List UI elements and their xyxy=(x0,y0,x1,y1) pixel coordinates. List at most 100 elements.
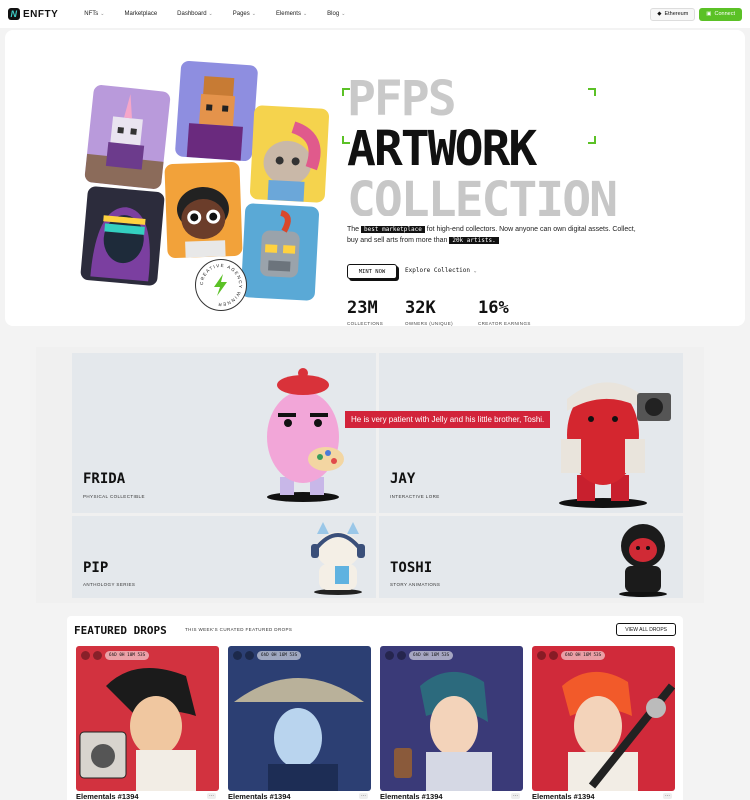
creator-avatar[interactable] xyxy=(397,651,406,660)
bracket-bottom-left-icon xyxy=(342,136,350,144)
drop-card[interactable]: 6hD 0H 16M 53S xyxy=(532,646,675,791)
explore-collection-link[interactable]: Explore Collection ⌄ xyxy=(405,267,477,274)
nft-card-orange-avatar[interactable] xyxy=(174,60,259,162)
character-card-pip[interactable]: PIP ANTHOLOGY SERIES xyxy=(72,516,376,598)
drop-artwork-anime-boy xyxy=(394,671,492,791)
ethereum-icon xyxy=(385,651,394,660)
stat-label: CREATOR EARNINGS xyxy=(478,321,531,326)
headline-line-1: PFPS xyxy=(347,71,457,127)
drop-card[interactable]: 6hD 0H 16M 53S xyxy=(228,646,371,791)
frida-character-icon xyxy=(267,368,344,502)
award-badge-icon: CREATIVE AGENCY WINNER xyxy=(199,263,242,307)
chevron-down-icon: ⌄ xyxy=(341,11,346,17)
drop-card[interactable]: 6hD 0H 16M 53S xyxy=(380,646,523,791)
nft-card-boy[interactable] xyxy=(164,161,243,259)
toshi-character-icon xyxy=(619,524,667,597)
more-options-icon[interactable]: ⋯ xyxy=(663,793,672,799)
stat-creator-earnings: 16% CREATOR EARNINGS xyxy=(478,298,531,326)
chevron-down-icon: ⌄ xyxy=(251,11,256,17)
intro-text-start: The xyxy=(347,226,362,233)
intro-highlight-artists: 20k artists. xyxy=(449,236,499,244)
countdown-timer: 6hD 0H 10M 53S xyxy=(105,651,150,660)
drop-artwork-anime-man xyxy=(79,668,196,791)
nav-item-elements[interactable]: Elements ⌄ xyxy=(276,11,307,17)
countdown-timer: 6hD 0H 16M 53S xyxy=(561,651,606,660)
nav-item-label: Marketplace xyxy=(124,11,158,17)
wallet-icon: ▣ xyxy=(706,11,712,17)
bracket-bottom-right-icon xyxy=(588,136,596,144)
nav-item-label: Pages xyxy=(232,11,250,17)
featured-drops-section: FEATURED DROPS THIS WEEK'S CURATED FEATU… xyxy=(67,616,683,800)
top-navbar: N ENFTY NFTs ⌄ Marketplace Dashboard ⌄ Pag… xyxy=(0,0,750,28)
drop-title[interactable]: Elementals #1394 xyxy=(76,792,139,800)
network-label: Ethereum xyxy=(664,11,689,17)
nft-card-robot[interactable] xyxy=(240,203,320,301)
hero-intro-text: The best marketplace fot high-end collec… xyxy=(347,225,647,246)
unicorn-art-icon xyxy=(84,94,164,190)
chevron-down-icon: ⌄ xyxy=(100,11,105,17)
character-subtitle: ANTHOLOGY SERIES xyxy=(83,582,136,587)
connect-wallet-button[interactable]: ▣ Connect xyxy=(699,7,742,21)
more-options-icon[interactable]: ⋯ xyxy=(207,793,216,799)
bracket-top-right-icon xyxy=(588,88,596,96)
nav-item-label: Blog xyxy=(327,11,340,17)
more-options-icon[interactable]: ⋯ xyxy=(359,793,368,799)
nav-item-marketplace[interactable]: Marketplace xyxy=(124,11,157,17)
cat-art-icon xyxy=(263,121,321,202)
ethereum-icon: ◆ xyxy=(657,11,662,17)
stat-label: COLLECTIONS xyxy=(347,321,384,326)
nft-card-cat[interactable] xyxy=(249,105,330,203)
stat-value: 23M xyxy=(347,298,378,318)
drop-title[interactable]: Elementals #1394 xyxy=(532,792,595,800)
section-subtitle: THIS WEEK'S CURATED FEATURED DROPS xyxy=(185,627,293,632)
drop-card[interactable]: 6hD 0H 10M 53S xyxy=(76,646,219,791)
nft-card-unicorn[interactable] xyxy=(84,84,171,190)
character-card-toshi[interactable]: TOSHI STORY ANIMATIONS xyxy=(379,516,683,598)
section-title: FEATURED DROPS xyxy=(74,624,167,637)
view-all-drops-button[interactable]: VIEW ALL DROPS xyxy=(616,623,676,636)
explore-label: Explore Collection xyxy=(405,267,471,274)
stat-label: OWNERS (UNIQUE) xyxy=(405,321,453,326)
creator-avatar[interactable] xyxy=(245,651,254,660)
character-card-frida[interactable]: FRIDA PHYSICAL COLLECTIBLE xyxy=(72,353,376,513)
headline-line-3: COLLECTION xyxy=(347,176,616,216)
nav-item-nfts[interactable]: NFTs ⌄ xyxy=(84,11,104,17)
mint-now-button[interactable]: MINT NOW xyxy=(347,264,397,279)
character-name: FRIDA xyxy=(83,471,126,487)
drop-artwork-orange-hair xyxy=(562,671,675,791)
hooded-art-icon xyxy=(90,207,150,282)
drop-title[interactable]: Elementals #1394 xyxy=(380,792,443,800)
character-card-jay[interactable]: JAY INTERACTIVE LORE xyxy=(379,353,683,513)
drop-artwork-straw-hat xyxy=(234,678,364,791)
stat-collections: 23M COLLECTIONS xyxy=(347,298,383,326)
nav-item-pages[interactable]: Pages ⌄ xyxy=(233,11,256,17)
robot-art-icon xyxy=(260,210,300,278)
nft-card-hooded[interactable] xyxy=(80,185,165,287)
orange-avatar-art-icon xyxy=(186,76,243,161)
character-subtitle: INTERACTIVE LORE xyxy=(390,494,440,499)
nav-item-dashboard[interactable]: Dashboard ⌄ xyxy=(177,11,213,17)
character-name: PIP xyxy=(83,560,109,576)
character-tooltip: He is very patient with Jelly and his li… xyxy=(345,411,551,428)
creator-avatar[interactable] xyxy=(93,651,102,660)
creator-avatar[interactable] xyxy=(549,651,558,660)
stat-value: 32K xyxy=(405,298,436,318)
jay-character-icon xyxy=(559,382,671,508)
chevron-down-icon: ⌄ xyxy=(208,11,213,17)
logo-icon: N xyxy=(8,8,20,20)
drop-title[interactable]: Elementals #1394 xyxy=(228,792,291,800)
nav-item-blog[interactable]: Blog ⌄ xyxy=(327,11,345,17)
connect-label: Connect xyxy=(714,11,736,17)
nav-item-label: NFTs xyxy=(84,11,99,17)
countdown-timer: 6hD 0H 16M 53S xyxy=(409,651,454,660)
brand-logo[interactable]: N ENFTY xyxy=(8,8,58,20)
character-name: TOSHI xyxy=(390,560,433,576)
stat-value: 16% xyxy=(478,298,509,318)
headline-line-2: ARTWORK xyxy=(347,121,537,177)
character-subtitle: PHYSICAL COLLECTIBLE xyxy=(83,494,145,499)
hero-section: CREATIVE AGENCY WINNER PFPS ARTWORK COLL… xyxy=(5,30,745,326)
intro-highlight-marketplace: best marketplace xyxy=(361,226,425,233)
more-options-icon[interactable]: ⋯ xyxy=(511,793,520,799)
creative-agency-winner-badge: CREATIVE AGENCY WINNER xyxy=(195,259,247,311)
network-selector-button[interactable]: ◆ Ethereum xyxy=(650,7,696,21)
